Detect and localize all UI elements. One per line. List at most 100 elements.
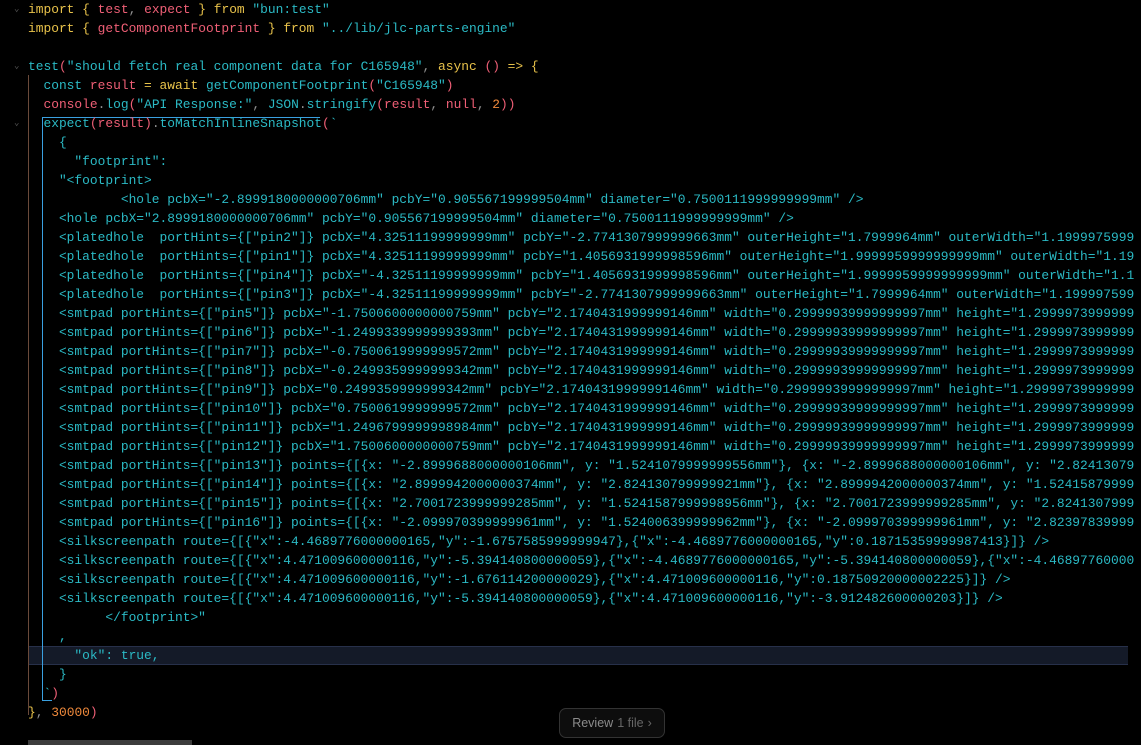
code-token: (: [376, 97, 384, 112]
code-line[interactable]: test("should fetch real component data f…: [28, 57, 539, 76]
code-token: <smtpad portHints={["pin7"]} pcbX="-0.75…: [28, 344, 1135, 359]
code-token: <platedhole portHints={["pin1"]} pcbX="4…: [28, 249, 1135, 264]
code-line[interactable]: import { getComponentFootprint } from ".…: [28, 19, 515, 38]
code-token: from: [283, 21, 315, 36]
code-token: "C165948": [376, 78, 446, 93]
code-token: ): [144, 116, 152, 131]
code-token: (): [476, 59, 508, 74]
fold-chevron-icon[interactable]: ⌄: [14, 61, 19, 71]
code-line[interactable]: <hole pcbX="-2.8999180000000706mm" pcbY=…: [28, 190, 864, 209]
code-token: JSON: [267, 97, 299, 112]
code-token: import: [28, 21, 75, 36]
code-line[interactable]: <platedhole portHints={["pin2"]} pcbX="4…: [28, 228, 1134, 247]
code-token: <smtpad portHints={["pin16"]} points={[{…: [28, 515, 1135, 530]
code-token: ,: [422, 59, 439, 74]
code-token: console: [28, 97, 98, 112]
code-token: <silkscreenpath route={[{"x":-4.46897760…: [28, 534, 1050, 549]
code-line[interactable]: ,: [28, 627, 67, 646]
code-token: ): [445, 78, 454, 93]
code-line[interactable]: "ok": true,: [28, 646, 159, 665]
code-line[interactable]: <platedhole portHints={["pin1"]} pcbX="4…: [28, 247, 1134, 266]
code-token: <smtpad portHints={["pin6"]} pcbX="-1.24…: [28, 325, 1135, 340]
code-token: test: [97, 2, 129, 17]
code-token: "../lib/jlc-parts-engine": [314, 21, 516, 36]
code-line[interactable]: }: [28, 665, 67, 684]
code-token: <hole pcbX="2.8999180000000706mm" pcbY="…: [28, 211, 794, 226]
code-line[interactable]: <smtpad portHints={["pin5"]} pcbX="-1.75…: [28, 304, 1134, 323]
code-line[interactable]: "<footprint>: [28, 171, 152, 190]
code-line[interactable]: <platedhole portHints={["pin4"]} pcbX="-…: [28, 266, 1134, 285]
code-line[interactable]: <smtpad portHints={["pin8"]} pcbX="-0.24…: [28, 361, 1134, 380]
code-line[interactable]: <smtpad portHints={["pin7"]} pcbX="-0.75…: [28, 342, 1134, 361]
code-line[interactable]: `): [28, 684, 59, 703]
code-token: ,: [252, 97, 268, 112]
code-token: }: [28, 667, 67, 682]
code-line[interactable]: <silkscreenpath route={[{"x":-4.46897760…: [28, 532, 1049, 551]
review-label: Review: [572, 716, 614, 730]
code-token: result: [383, 97, 431, 112]
review-files-button[interactable]: Review 1 file ›: [559, 708, 665, 738]
code-line[interactable]: <smtpad portHints={["pin12"]} pcbX="1.75…: [28, 437, 1134, 456]
code-line[interactable]: "footprint":: [28, 152, 167, 171]
code-token: result: [89, 78, 137, 93]
code-line[interactable]: <hole pcbX="2.8999180000000706mm" pcbY="…: [28, 209, 794, 228]
fold-chevron-icon[interactable]: ⌄: [14, 118, 19, 128]
code-token: from: [213, 2, 245, 17]
code-token: "footprint":: [28, 154, 168, 169]
code-token: )): [500, 97, 516, 112]
code-line[interactable]: <smtpad portHints={["pin9"]} pcbX="0.249…: [28, 380, 1134, 399]
code-token: <smtpad portHints={["pin10"]} pcbX="0.75…: [28, 401, 1135, 416]
code-line[interactable]: {: [28, 133, 67, 152]
code-line[interactable]: <smtpad portHints={["pin11"]} pcbX="1.24…: [28, 418, 1134, 437]
code-line[interactable]: <silkscreenpath route={[{"x":4.471009600…: [28, 570, 1011, 589]
code-token: ,: [28, 629, 67, 644]
code-line[interactable]: console.log("API Response:", JSON.string…: [28, 95, 516, 114]
code-line[interactable]: <smtpad portHints={["pin10"]} pcbX="0.75…: [28, 399, 1134, 418]
code-line[interactable]: <smtpad portHints={["pin6"]} pcbX="-1.24…: [28, 323, 1134, 342]
code-editor[interactable]: import { test, expect } from "bun:test" i…: [0, 0, 1141, 745]
code-token: .: [151, 116, 160, 131]
code-token: const: [28, 78, 90, 93]
code-token: {: [28, 135, 67, 150]
code-token: ): [89, 705, 98, 720]
code-token: <silkscreenpath route={[{"x":4.471009600…: [28, 572, 1011, 587]
code-line[interactable]: const result = await getComponentFootpri…: [28, 76, 454, 95]
code-line[interactable]: <platedhole portHints={["pin3"]} pcbX="-…: [28, 285, 1134, 304]
code-line[interactable]: <smtpad portHints={["pin14"]} points={[{…: [28, 475, 1134, 494]
code-line[interactable]: </footprint>": [28, 608, 206, 627]
code-line[interactable]: <silkscreenpath route={[{"x":4.471009600…: [28, 589, 1003, 608]
code-token: `: [329, 116, 338, 131]
code-token: {: [523, 59, 539, 74]
code-line[interactable]: <smtpad portHints={["pin13"]} points={[{…: [28, 456, 1134, 475]
code-token: stringify: [306, 97, 377, 112]
chevron-right-icon: ›: [647, 716, 652, 730]
code-token: <smtpad portHints={["pin14"]} points={[{…: [28, 477, 1135, 492]
code-token: {: [74, 21, 98, 36]
code-token: <smtpad portHints={["pin11"]} pcbX="1.24…: [28, 420, 1135, 435]
horizontal-scrollbar[interactable]: [28, 740, 192, 745]
code-token: getComponentFootprint: [97, 21, 261, 36]
code-token: 30000: [51, 705, 90, 720]
code-line[interactable]: <smtpad portHints={["pin15"]} points={[{…: [28, 494, 1134, 513]
code-token: <platedhole portHints={["pin2"]} pcbX="4…: [28, 230, 1135, 245]
code-token: import: [28, 2, 75, 17]
code-token: </footprint>": [28, 610, 206, 625]
code-token: "<footprint>: [28, 173, 152, 188]
code-token: expect: [144, 2, 191, 17]
fold-chevron-icon[interactable]: ⌄: [14, 4, 19, 14]
code-token: "API Response:": [136, 97, 253, 112]
code-token: <smtpad portHints={["pin9"]} pcbX="0.249…: [28, 382, 1135, 397]
code-token: "bun:test": [244, 2, 330, 17]
code-line[interactable]: import { test, expect } from "bun:test": [28, 0, 330, 19]
code-token: }: [260, 21, 284, 36]
code-token: .: [298, 97, 307, 112]
code-token: <platedhole portHints={["pin4"]} pcbX="-…: [28, 268, 1135, 283]
code-token: <hole pcbX="-2.8999180000000706mm" pcbY=…: [28, 192, 864, 207]
code-line[interactable]: expect(result).toMatchInlineSnapshot(`: [28, 114, 338, 133]
code-line[interactable]: }, 30000): [28, 703, 98, 722]
code-line[interactable]: <smtpad portHints={["pin16"]} points={[{…: [28, 513, 1134, 532]
code-token: <smtpad portHints={["pin8"]} pcbX="-0.24…: [28, 363, 1135, 378]
code-token: (: [368, 78, 377, 93]
code-token: (: [322, 116, 330, 131]
code-line[interactable]: <silkscreenpath route={[{"x":4.471009600…: [28, 551, 1134, 570]
